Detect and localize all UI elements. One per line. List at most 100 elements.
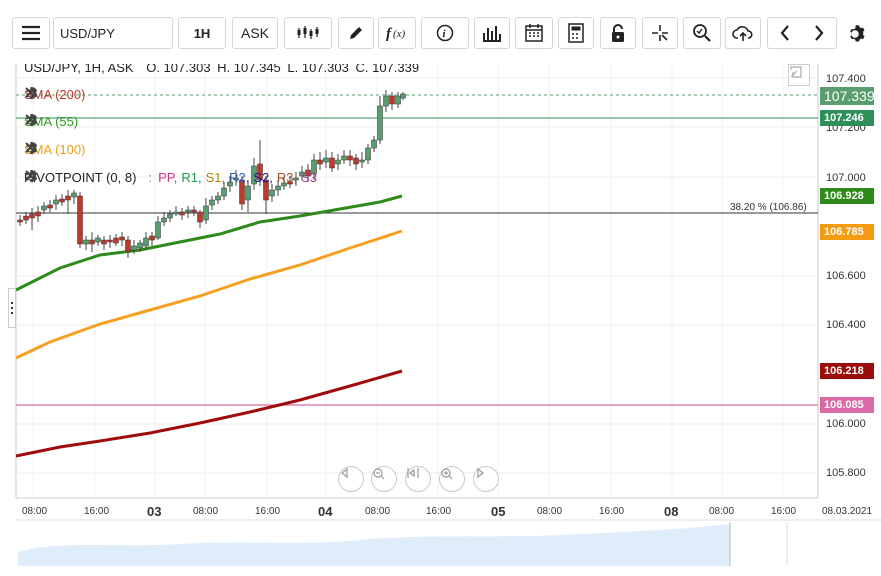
symbol-selector[interactable]: USD/JPY xyxy=(53,17,173,49)
candle-body xyxy=(269,189,275,197)
y-tick: 107.400 xyxy=(826,73,866,85)
indicator-sma55: SMA (55) xyxy=(24,113,130,129)
candle-body xyxy=(395,95,401,105)
candle-body xyxy=(209,199,215,206)
x-tick: 16:00 xyxy=(771,506,797,517)
candle-body xyxy=(125,239,131,253)
chart-type-button[interactable] xyxy=(284,17,332,49)
y-tick: 106.000 xyxy=(826,418,866,430)
zoom-out-button[interactable] xyxy=(371,466,397,492)
candle-body xyxy=(215,195,221,201)
timeframe-selector[interactable]: 1H xyxy=(178,17,226,49)
chevron-left-icon[interactable] xyxy=(779,24,791,42)
candle-body xyxy=(89,239,95,245)
candle-body xyxy=(107,239,113,243)
expand-chart-button[interactable] xyxy=(788,64,810,86)
candle-body xyxy=(155,221,161,239)
candle-body xyxy=(365,147,371,161)
pivot-legend: PP, R1, S1, R2, S2, R3, S3 xyxy=(158,170,317,185)
pencil-icon xyxy=(350,27,362,39)
candle-body xyxy=(323,157,329,163)
volume-button[interactable] xyxy=(474,17,510,49)
calendar-icon xyxy=(525,24,543,42)
y-tick: 107.000 xyxy=(826,172,866,184)
panel-resize-handle[interactable] xyxy=(8,288,16,328)
hamburger-icon xyxy=(22,25,40,41)
close-icon[interactable] xyxy=(25,169,361,185)
candle-body xyxy=(119,236,125,241)
scroll-left-button[interactable] xyxy=(338,466,364,492)
lock-icon xyxy=(612,24,624,42)
candle-body xyxy=(389,95,395,105)
indicator-pivotpoint: PIVOTPOINT (0, 8) : PP, R1, S1, R2, S2, R3, S3 xyxy=(24,169,361,185)
x-tick: 08 xyxy=(664,504,679,519)
chart-area[interactable]: USD/JPY, 1H, ASK O. 107.303 H. 107.345 L… xyxy=(0,0,881,576)
bar-chart-icon xyxy=(483,26,501,42)
x-tick: 16:00 xyxy=(84,506,110,517)
pivot-legend-item: R2, xyxy=(229,169,250,185)
x-tick: 08:00 xyxy=(537,506,563,517)
candle-body xyxy=(185,209,191,213)
draw-button[interactable] xyxy=(338,17,374,49)
price-type-selector[interactable]: ASK xyxy=(232,17,278,49)
candle-body xyxy=(17,219,23,223)
candle-body xyxy=(329,157,335,169)
function-icon: f (x) xyxy=(386,26,406,42)
candle-body xyxy=(179,211,185,216)
sma200-price-tag: 106.218 xyxy=(820,363,874,379)
scroll-right-button[interactable] xyxy=(473,466,499,492)
settings-button[interactable] xyxy=(845,22,869,46)
timeframe-value: 1H xyxy=(193,25,211,41)
indicators-button[interactable]: f (x) xyxy=(378,17,416,49)
indicator-sma100: SMA (100) xyxy=(24,141,133,157)
pivot-pp-price-tag: 106.085 xyxy=(820,397,874,413)
sma100-line xyxy=(15,229,403,360)
expand-icon xyxy=(790,66,802,78)
y-tick: 106.600 xyxy=(826,270,866,282)
crosshair-button[interactable] xyxy=(642,17,678,49)
sma200-line xyxy=(15,369,403,458)
gear-icon[interactable] xyxy=(26,169,339,185)
zoom-button[interactable] xyxy=(683,17,721,49)
indicator-sma200: SMA (200) xyxy=(24,86,133,102)
candle-body xyxy=(191,209,197,213)
reset-zoom-button[interactable] xyxy=(405,466,431,492)
gear-icon[interactable] xyxy=(26,86,111,102)
gear-icon[interactable] xyxy=(26,113,108,129)
candle-body xyxy=(167,213,173,219)
fibonacci-label: 38.20 % (106.86) xyxy=(730,202,807,213)
pivot-legend-item: R1, xyxy=(181,169,202,185)
chevron-right-icon[interactable] xyxy=(813,24,825,42)
calendar-button[interactable] xyxy=(515,17,553,49)
pivot-legend-item: S1, xyxy=(205,169,226,185)
info-icon: i xyxy=(436,24,454,42)
pivot-legend-item: S3 xyxy=(301,169,317,185)
svg-text:f: f xyxy=(386,26,393,42)
close-icon[interactable] xyxy=(25,113,130,129)
candle-body xyxy=(173,211,179,215)
x-tick: 03 xyxy=(147,504,162,519)
candle-body xyxy=(221,187,227,197)
symbol-value: USD/JPY xyxy=(60,25,115,41)
chevron-left-icon xyxy=(341,467,348,479)
candle-body xyxy=(101,239,107,245)
cloud-save-button[interactable] xyxy=(725,17,761,49)
close-icon[interactable] xyxy=(25,141,133,157)
candle-body xyxy=(29,213,35,219)
zoom-in-button[interactable] xyxy=(439,466,465,492)
calculator-button[interactable] xyxy=(558,17,594,49)
fit-icon xyxy=(407,468,419,478)
candle-body xyxy=(383,95,389,107)
close-icon[interactable] xyxy=(25,86,133,102)
menu-button[interactable] xyxy=(12,17,50,49)
svg-text:i: i xyxy=(443,28,447,40)
info-button[interactable]: i xyxy=(421,17,469,49)
candle-body xyxy=(371,139,377,149)
lock-button[interactable] xyxy=(600,17,636,49)
pivot-legend-item: R3, xyxy=(276,169,298,185)
candle-body xyxy=(203,205,209,221)
svg-text:(x): (x) xyxy=(393,28,406,40)
chevron-right-icon xyxy=(477,467,484,479)
gear-icon[interactable] xyxy=(26,141,111,157)
candle-body xyxy=(77,195,83,245)
